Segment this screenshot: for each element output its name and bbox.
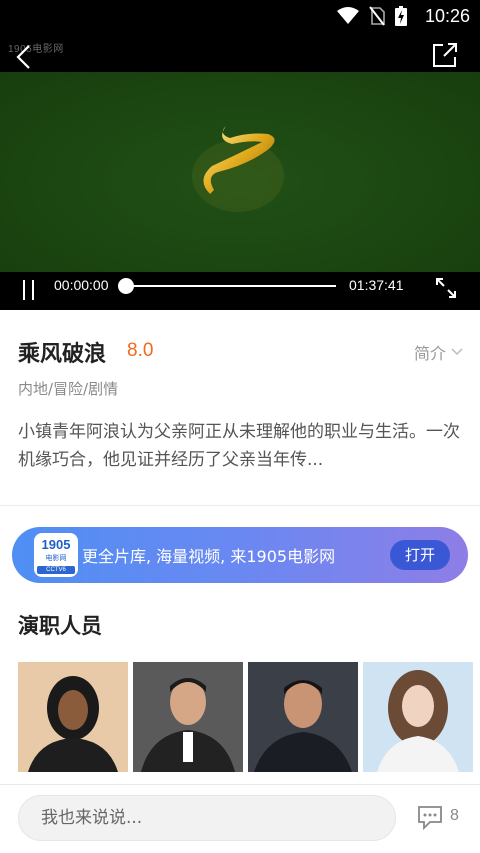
player-controls: 00:00:00 01:37:41	[0, 272, 480, 310]
pause-button[interactable]	[16, 278, 40, 302]
divider	[0, 505, 480, 506]
golden-ribbon-logo	[192, 126, 284, 212]
video-player[interactable]	[0, 72, 480, 272]
app-logo-icon: 1905 电影网 CCTV6	[34, 533, 78, 577]
cast-member-photo[interactable]	[18, 662, 128, 772]
movie-description[interactable]: 小镇青年阿浪认为父亲阿正从未理解他的职业与生活。一次机缘巧合，他见证并经历了父亲…	[18, 418, 466, 480]
cast-member-photo[interactable]	[248, 662, 358, 772]
progress-thumb[interactable]	[118, 278, 134, 294]
cast-member-photo[interactable]	[363, 662, 473, 772]
total-time: 01:37:41	[349, 277, 404, 293]
video-header: 1905电影网	[0, 36, 480, 72]
intro-label: 简介	[413, 344, 446, 363]
app-promo-banner[interactable]: 1905 电影网 CCTV6 更全片库, 海量视频, 来1905电影网 打开	[12, 527, 468, 583]
status-bar: 10:26	[0, 0, 480, 36]
pause-icon	[22, 280, 25, 300]
movie-genres: 内地/冒险/剧情	[18, 380, 119, 398]
comment-input[interactable]: 我也来说说...	[18, 795, 396, 841]
movie-score: 8.0	[127, 340, 154, 361]
movie-title: 乘风破浪	[18, 342, 107, 367]
comment-count: 8	[450, 807, 459, 824]
share-button[interactable]	[428, 38, 462, 72]
promo-text: 更全片库, 海量视频, 来1905电影网	[82, 547, 336, 566]
no-sim-icon	[369, 6, 385, 26]
wifi-icon	[337, 7, 359, 24]
status-time: 10:26	[424, 6, 470, 26]
chevron-down-icon	[451, 348, 463, 356]
fullscreen-button[interactable]	[432, 274, 460, 302]
share-icon	[433, 43, 457, 67]
back-arrow-icon	[16, 45, 30, 69]
status-icons	[337, 6, 407, 26]
current-time: 00:00:00	[54, 277, 109, 293]
battery-charging-icon	[395, 6, 407, 26]
intro-toggle[interactable]: 简介	[414, 340, 464, 364]
cast-list	[18, 662, 473, 772]
open-app-button[interactable]: 打开	[390, 540, 450, 570]
cast-member-photo[interactable]	[133, 662, 243, 772]
fullscreen-icon	[436, 278, 456, 298]
cast-heading: 演职人员	[18, 614, 102, 638]
comment-icon[interactable]	[416, 803, 444, 831]
comment-bar: 我也来说说... 8	[0, 784, 480, 853]
back-button[interactable]	[6, 40, 40, 74]
progress-track[interactable]	[126, 285, 336, 287]
